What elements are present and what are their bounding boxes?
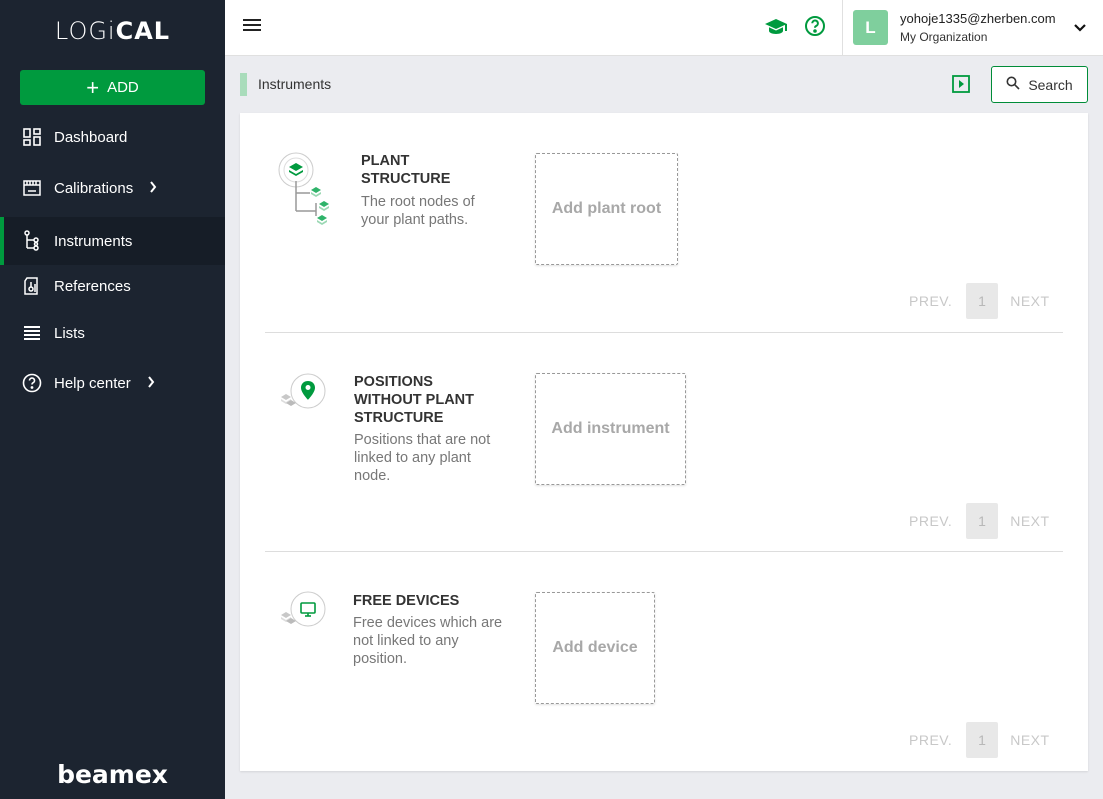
add-button-label: ADD — [107, 79, 139, 96]
section-description: Positions that are not linked to any pla… — [354, 432, 491, 484]
section-title: POSITIONS WITHOUT PLANT STRUCTURE — [354, 374, 475, 426]
sidebar-item-calibrations[interactable]: Calibrations — [0, 164, 225, 212]
sidebar-item-label: Calibrations — [54, 179, 134, 197]
app-logo[interactable]: LOGi CAL — [0, 0, 225, 62]
graduation-cap-icon[interactable] — [764, 15, 788, 39]
dashboard-icon — [22, 127, 42, 147]
sidebar-item-label: Help center — [54, 374, 131, 392]
pagination: PREV. 1 NEXT — [909, 722, 1050, 758]
search-button[interactable]: Search — [991, 66, 1088, 103]
add-instrument-button[interactable]: Add instrument — [535, 373, 686, 485]
page-number-button[interactable]: 1 — [966, 722, 999, 758]
plus-icon: + — [86, 74, 100, 100]
breadcrumb-accent — [240, 73, 247, 96]
user-email[interactable]: yohoje1335@zherben.com — [900, 11, 1056, 26]
free-devices-section: FREE DEVICES Free devices which are not … — [240, 552, 1088, 771]
sidebar-item-label: Lists — [54, 324, 85, 342]
prev-page-button[interactable]: PREV. — [909, 293, 952, 309]
chevron-down-icon[interactable] — [1073, 20, 1087, 38]
instruments-panel: PLANT STRUCTURE The root nodes of your p… — [240, 113, 1088, 771]
sidebar-item-label: Instruments — [54, 232, 133, 250]
section-title: PLANT STRUCTURE — [361, 153, 451, 187]
hamburger-menu-icon[interactable] — [243, 16, 263, 36]
prev-page-button[interactable]: PREV. — [909, 513, 952, 529]
beamex-logo: beamex — [57, 760, 168, 789]
breadcrumb-current: Instruments — [258, 76, 332, 92]
sidebar-item-label: Dashboard — [54, 128, 128, 146]
section-description: The root nodes of your plant paths. — [361, 194, 475, 228]
sidebar-item-references[interactable]: References — [0, 262, 225, 310]
breadcrumb: Instruments Search — [225, 56, 1103, 112]
plant-structure-section: PLANT STRUCTURE The root nodes of your p… — [240, 113, 1088, 332]
positions-section: POSITIONS WITHOUT PLANT STRUCTURE Positi… — [240, 333, 1088, 551]
section-title: FREE DEVICES — [353, 593, 460, 609]
logo-light-text: LOGi — [54, 17, 116, 45]
section-description: Free devices which are not linked to any… — [353, 615, 503, 667]
pagination: PREV. 1 NEXT — [909, 283, 1050, 319]
play-icon[interactable] — [951, 74, 971, 94]
pagination: PREV. 1 NEXT — [909, 503, 1050, 539]
search-button-label: Search — [1028, 76, 1073, 93]
prev-page-button[interactable]: PREV. — [909, 732, 952, 748]
chevron-right-icon — [149, 180, 157, 196]
search-icon — [1006, 76, 1020, 93]
device-monitor-icon — [276, 588, 332, 641]
page-number-button[interactable]: 1 — [966, 283, 999, 319]
sidebar-item-help-center[interactable]: Help center — [0, 359, 225, 407]
next-page-button[interactable]: NEXT — [1010, 513, 1049, 529]
user-organization[interactable]: My Organization — [900, 30, 987, 44]
plant-tree-icon — [276, 151, 332, 236]
top-header: L yohoje1335@zherben.com My Organization — [225, 0, 1103, 56]
page-number-button[interactable]: 1 — [966, 503, 999, 539]
list-icon — [22, 323, 42, 343]
add-device-button[interactable]: Add device — [535, 592, 655, 704]
next-page-button[interactable]: NEXT — [1010, 293, 1049, 309]
help-icon — [22, 373, 42, 393]
sidebar-item-dashboard[interactable]: Dashboard — [0, 113, 225, 161]
sidebar-item-label: References — [54, 277, 131, 295]
header-divider — [842, 0, 843, 56]
calibrations-icon — [22, 178, 42, 198]
add-button[interactable]: + ADD — [20, 70, 205, 105]
logo-bold-text: CAL — [115, 17, 171, 45]
sidebar-item-instruments[interactable]: Instruments — [0, 217, 225, 265]
references-icon — [22, 276, 42, 296]
add-plant-root-button[interactable]: Add plant root — [535, 153, 678, 265]
instruments-icon — [22, 230, 42, 251]
location-pin-icon — [276, 370, 332, 423]
sidebar-item-lists[interactable]: Lists — [0, 309, 225, 357]
avatar[interactable]: L — [853, 10, 888, 45]
help-icon[interactable] — [804, 15, 828, 39]
next-page-button[interactable]: NEXT — [1010, 732, 1049, 748]
sidebar: LOGi CAL + ADD Dashboard Calibrations Ins… — [0, 0, 225, 799]
chevron-right-icon — [147, 375, 155, 391]
